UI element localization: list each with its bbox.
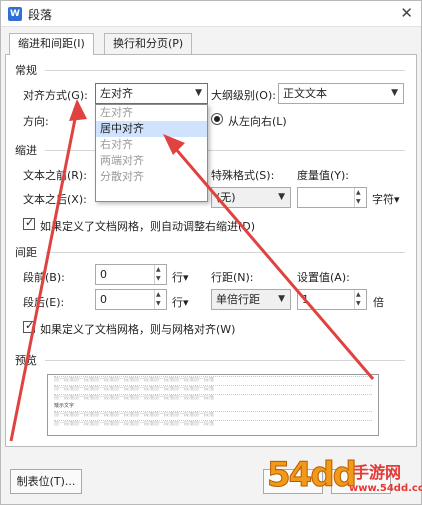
arrow-up-icon[interactable]: ▲ xyxy=(356,291,361,299)
chevron-down-icon: ▼ xyxy=(391,88,398,98)
direction-ltr-radio[interactable] xyxy=(211,113,223,125)
tab-line-page-breaks[interactable]: 换行和分页(P) xyxy=(104,33,193,54)
watermark-url: www.54dd.com xyxy=(349,483,422,494)
setting-value: 1 xyxy=(302,293,309,306)
arrow-down-icon[interactable]: ▼ xyxy=(356,300,361,308)
setting-value-stepper[interactable]: ▲ ▼ xyxy=(354,290,366,309)
section-general-title: 常规 xyxy=(15,64,37,77)
alignment-option-center[interactable]: 居中对齐 xyxy=(96,121,207,137)
site-watermark-logo: 54dd 手游网 www.54dd.com xyxy=(267,453,422,503)
space-after-unit: 行 xyxy=(172,296,183,309)
line-spacing-label: 行距(N): xyxy=(211,271,254,284)
chevron-down-icon: ▼ xyxy=(278,192,285,202)
divider xyxy=(45,252,405,253)
space-after-label: 段后(E): xyxy=(23,296,65,309)
indent-after-label: 文本之后(X): xyxy=(23,193,87,206)
special-format-value: (无) xyxy=(216,191,236,204)
chevron-down-icon: ▼ xyxy=(278,294,285,304)
alignment-select[interactable]: 左对齐 ▼ xyxy=(95,83,208,104)
tab-indent-spacing[interactable]: 缩进和间距(I) xyxy=(9,33,94,55)
outline-level-value: 正文文本 xyxy=(283,87,327,100)
special-format-select[interactable]: (无) ▼ xyxy=(211,187,291,208)
space-before-label: 段前(B): xyxy=(23,271,65,284)
space-after-unit-select[interactable]: 行▾ xyxy=(172,294,189,310)
space-after-stepper[interactable]: ▲ ▼ xyxy=(154,290,166,309)
space-before-value: 0 xyxy=(100,268,107,281)
title-bar: W 段落 ✕ xyxy=(1,1,421,27)
indent-before-label: 文本之前(R): xyxy=(23,169,87,182)
chevron-down-icon: ▼ xyxy=(195,88,202,98)
tabs-button[interactable]: 制表位(T)... xyxy=(10,469,82,494)
snap-to-grid-checkbox[interactable] xyxy=(23,319,35,333)
preview-filler-line: 前一段落前一段落前一段落前一段落前一段落前一段落前一段落前一段落 xyxy=(54,376,372,384)
watermark-site-name: 手游网 xyxy=(353,463,402,482)
divider xyxy=(45,70,405,71)
alignment-option-distributed[interactable]: 分散对齐 xyxy=(96,169,207,185)
space-before-unit: 行 xyxy=(172,271,183,284)
auto-adjust-indent-checkbox[interactable] xyxy=(23,216,35,230)
preview-filler-line: 前一段落前一段落前一段落前一段落前一段落前一段落前一段落前一段落 xyxy=(54,411,372,419)
measure-label: 度量值(Y): xyxy=(297,169,350,182)
setting-value-input[interactable]: 1 ▲ ▼ xyxy=(297,289,367,310)
measure-unit: 字符 xyxy=(372,193,394,206)
line-spacing-value: 单倍行距 xyxy=(216,293,260,306)
section-spacing-title: 间距 xyxy=(15,246,37,259)
section-indent-title: 缩进 xyxy=(15,144,37,157)
outline-level-select[interactable]: 正文文本 ▼ xyxy=(278,83,404,104)
arrow-down-icon[interactable]: ▼ xyxy=(356,198,361,206)
arrow-down-icon[interactable]: ▼ xyxy=(156,300,161,308)
preview-filler-line: 前一段落前一段落前一段落前一段落前一段落前一段落前一段落前一段落 xyxy=(54,420,372,428)
watermark-number: 54dd xyxy=(267,455,358,496)
snap-to-grid-label: 如果定义了文档网格，则与网格对齐(W) xyxy=(40,323,236,336)
arrow-up-icon[interactable]: ▲ xyxy=(156,266,161,274)
alignment-option-justify[interactable]: 两端对齐 xyxy=(96,153,207,169)
paragraph-dialog: W 段落 ✕ 缩进和间距(I) 换行和分页(P) 常规 对齐方式(G): 左对齐… xyxy=(0,0,422,505)
alignment-option-left[interactable]: 左对齐 xyxy=(96,105,207,121)
section-preview-title: 预览 xyxy=(15,354,37,367)
space-before-stepper[interactable]: ▲ ▼ xyxy=(154,265,166,284)
outline-level-label: 大纲级别(O): xyxy=(211,89,276,102)
measure-unit-select[interactable]: 字符▾ xyxy=(372,191,400,207)
measure-stepper[interactable]: ▲ ▼ xyxy=(354,188,366,207)
direction-label: 方向: xyxy=(23,115,49,128)
arrow-down-icon[interactable]: ▼ xyxy=(156,275,161,283)
measure-input[interactable]: ▲ ▼ xyxy=(297,187,367,208)
setting-unit: 倍 xyxy=(373,296,384,309)
alignment-dropdown-list: 左对齐 居中对齐 右对齐 两端对齐 分散对齐 xyxy=(95,104,208,202)
space-before-unit-select[interactable]: 行▾ xyxy=(172,269,189,285)
space-after-value: 0 xyxy=(100,293,107,306)
alignment-option-right[interactable]: 右对齐 xyxy=(96,137,207,153)
dialog-title: 段落 xyxy=(28,8,53,22)
preview-filler-line: 前一段落前一段落前一段落前一段落前一段落前一段落前一段落前一段落 xyxy=(54,385,372,393)
direction-ltr-label: 从左向右(L) xyxy=(228,115,287,128)
wps-writer-icon: W xyxy=(8,7,22,21)
line-spacing-select[interactable]: 单倍行距 ▼ xyxy=(211,289,291,310)
auto-adjust-indent-label: 如果定义了文档网格，则自动调整右缩进(D) xyxy=(40,220,256,233)
paragraph-preview: 前一段落前一段落前一段落前一段落前一段落前一段落前一段落前一段落 前一段落前一段… xyxy=(47,374,379,436)
special-format-label: 特殊格式(S): xyxy=(211,169,275,182)
alignment-label: 对齐方式(G): xyxy=(23,89,88,102)
close-icon[interactable]: ✕ xyxy=(400,4,413,22)
preview-filler-line: 前一段落前一段落前一段落前一段落前一段落前一段落前一段落前一段落 xyxy=(54,394,372,402)
space-before-input[interactable]: 0 ▲ ▼ xyxy=(95,264,167,285)
arrow-up-icon[interactable]: ▲ xyxy=(356,189,361,197)
arrow-up-icon[interactable]: ▲ xyxy=(156,291,161,299)
alignment-value: 左对齐 xyxy=(100,87,133,100)
setting-value-label: 设置值(A): xyxy=(297,271,350,284)
divider xyxy=(45,360,405,361)
preview-sample-text: 矮示文字 xyxy=(54,403,75,409)
space-after-input[interactable]: 0 ▲ ▼ xyxy=(95,289,167,310)
